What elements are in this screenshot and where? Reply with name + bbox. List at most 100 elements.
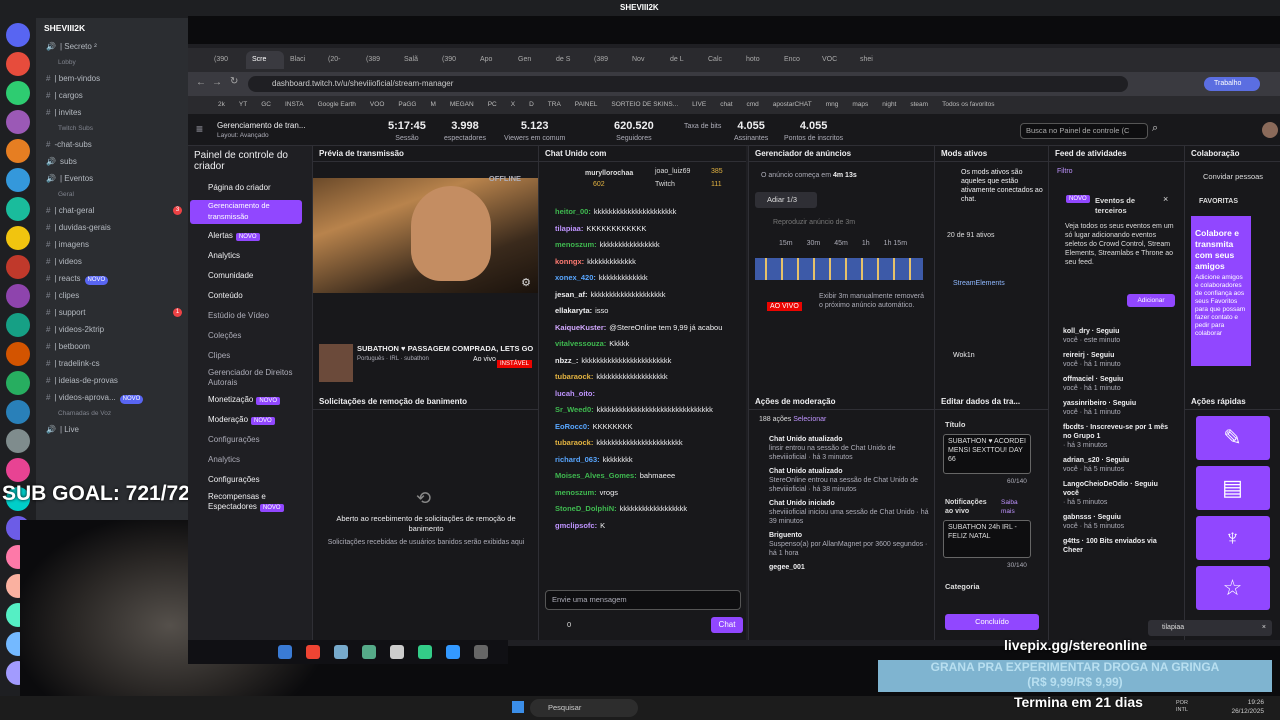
- browser-tab[interactable]: hoto: [740, 51, 778, 69]
- chat-username[interactable]: jesan_af:: [555, 290, 588, 299]
- chat-username[interactable]: richard_063:: [555, 455, 600, 464]
- browser-tab[interactable]: de S: [550, 51, 588, 69]
- chat-message[interactable]: StoneD_DolphiN: kkkkkkkkkkkkkkkkkk: [539, 501, 747, 518]
- channel-item[interactable]: # | ideias-de-provas: [36, 372, 188, 389]
- stat-item[interactable]: 5.123 Viewers em comum: [504, 120, 565, 142]
- stat-item[interactable]: 4.055 Assinantes: [734, 120, 768, 142]
- close-icon[interactable]: ×: [1262, 620, 1266, 636]
- dock-app-icon[interactable]: [278, 645, 292, 659]
- bookmark-item[interactable]: chat: [720, 101, 732, 108]
- done-button[interactable]: Concluído: [945, 614, 1039, 630]
- channel-item[interactable]: # | imagens: [36, 236, 188, 253]
- edit-pencil-icon[interactable]: ✎: [1195, 416, 1270, 460]
- server-icon[interactable]: [6, 284, 30, 308]
- bookmark-item[interactable]: TRA: [548, 101, 561, 108]
- avatar[interactable]: [1262, 122, 1278, 138]
- chat-message[interactable]: lucah_oito:: [539, 386, 747, 403]
- chat-message[interactable]: xonex_420: kkkkkkkkkkkkk: [539, 270, 747, 287]
- nav-item[interactable]: Alertas NOVO: [188, 226, 306, 246]
- browser-tab[interactable]: Gen: [512, 51, 550, 69]
- dock-app-icon[interactable]: [418, 645, 432, 659]
- channel-item[interactable]: 🔊 | Eventos: [36, 170, 188, 187]
- nav-item[interactable]: Estúdio de Vídeo: [188, 306, 306, 326]
- chat-message[interactable]: menoszum: vrogs: [539, 485, 747, 502]
- chat-username[interactable]: menoszum:: [555, 488, 597, 497]
- notif-input[interactable]: SUBATHON 24h IRL - FELIZ NATAL: [943, 520, 1031, 558]
- mod-item[interactable]: Wok1n: [953, 352, 975, 359]
- bookmark-item[interactable]: LIVE: [692, 101, 706, 108]
- server-icon[interactable]: [6, 313, 30, 337]
- nav-item[interactable]: Analytics: [188, 246, 306, 266]
- browser-tab[interactable]: Nov: [626, 51, 664, 69]
- bookmark-item[interactable]: maps: [852, 101, 868, 108]
- chat-message[interactable]: gmclipsofc: K: [539, 518, 747, 535]
- browser-tab[interactable]: Enco: [778, 51, 816, 69]
- channel-item[interactable]: # | clipes: [36, 287, 188, 304]
- menu-icon[interactable]: ≡: [196, 122, 203, 136]
- chat-message[interactable]: konngx: kkkkkkkkkkkkk: [539, 254, 747, 271]
- channel-item[interactable]: # | reacts NOVO: [36, 270, 188, 287]
- chat-message[interactable]: richard_063: kkkkkkkk: [539, 452, 747, 469]
- chat-message[interactable]: heitor_00: kkkkkkkkkkkkkkkkkkkkkk: [539, 204, 747, 221]
- dock-app-icon[interactable]: [362, 645, 376, 659]
- profile-button[interactable]: Trabalho: [1204, 77, 1260, 91]
- mod-action[interactable]: gegee_001: [749, 560, 935, 574]
- close-icon[interactable]: ×: [1163, 194, 1168, 204]
- language-indicator[interactable]: POR INTL: [1176, 700, 1196, 714]
- server-icon[interactable]: [6, 139, 30, 163]
- chat-username[interactable]: tubaraock:: [555, 372, 593, 381]
- filter-button[interactable]: Filtro: [1057, 168, 1073, 175]
- server-icon[interactable]: [6, 110, 30, 134]
- snooze-ad-button[interactable]: Adiar 1/3: [755, 192, 817, 208]
- bookmark-item[interactable]: X: [511, 101, 515, 108]
- bookmark-item[interactable]: PC: [488, 101, 497, 108]
- search-icon[interactable]: ⌕: [1152, 122, 1158, 135]
- nav-item[interactable]: Coleções: [188, 326, 306, 346]
- chat-username[interactable]: xonex_420:: [555, 273, 596, 282]
- channel-item[interactable]: # | videos-aprova... NOVO: [36, 389, 188, 406]
- channel-category[interactable]: Chamadas de Voz: [36, 406, 188, 421]
- activity-item[interactable]: yassinribeiro · Seguiu você · há 1 minuto: [1049, 396, 1181, 420]
- chat-username[interactable]: Moises_Alves_Gomes:: [555, 471, 637, 480]
- dock-app-icon[interactable]: [474, 645, 488, 659]
- mod-action[interactable]: Briguento Suspenso(a) por AllanMagnet por…: [749, 528, 935, 560]
- channel-item[interactable]: # | bem-vindos: [36, 70, 188, 87]
- bookmark-item[interactable]: Google Earth: [318, 101, 356, 108]
- channel-item[interactable]: # | support 1: [36, 304, 188, 321]
- channel-item[interactable]: # -chat-subs: [36, 136, 188, 153]
- channel-item[interactable]: # | duvidas-gerais: [36, 219, 188, 236]
- server-icon[interactable]: [6, 342, 30, 366]
- channel-item[interactable]: # | invites: [36, 104, 188, 121]
- clock[interactable]: 19:26 26/12/2025: [1224, 698, 1264, 716]
- forward-icon[interactable]: →: [212, 77, 222, 88]
- channel-category[interactable]: Geral: [36, 187, 188, 202]
- activity-item[interactable]: LangoCheioDeOdio · Seguiu você · há 5 min…: [1049, 477, 1181, 510]
- chat-username[interactable]: StoneD_DolphiN:: [555, 504, 617, 513]
- windows-start-icon[interactable]: [512, 701, 524, 713]
- bookmark-item[interactable]: INSTA: [285, 101, 304, 108]
- browser-tab[interactable]: (390: [208, 51, 246, 69]
- activity-item[interactable]: fbcdts · Inscreveu-se por 1 mês no Grupo…: [1049, 420, 1181, 453]
- browser-tab[interactable]: Calc: [702, 51, 740, 69]
- browser-tab[interactable]: (389: [588, 51, 626, 69]
- gear-icon[interactable]: ⚙: [521, 276, 531, 289]
- channel-item[interactable]: 🔊 subs: [36, 153, 188, 170]
- mod-action[interactable]: Chat Unido atualizado linsir entrou na se…: [749, 432, 935, 464]
- browser-tab[interactable]: (390: [436, 51, 474, 69]
- dashboard-search[interactable]: Busca no Painel de controle (C: [1020, 123, 1148, 139]
- chat-username[interactable]: EoRocc0:: [555, 422, 590, 431]
- channel-item[interactable]: # | cargos: [36, 87, 188, 104]
- server-icon[interactable]: [6, 23, 30, 47]
- nav-item[interactable]: Analytics: [188, 450, 306, 470]
- chat-message[interactable]: Sr_Weed0: kkkkkkkkkkkkkkkkkkkkkkkkkkkkkkk: [539, 402, 747, 419]
- chat-username[interactable]: vitalvessouza:: [555, 339, 606, 348]
- server-icon[interactable]: [6, 400, 30, 424]
- server-icon[interactable]: [6, 226, 30, 250]
- channel-points[interactable]: 0: [567, 620, 571, 629]
- activity-item[interactable]: g4tts · 100 Bits enviados via Cheer: [1049, 534, 1181, 558]
- nav-item[interactable]: Gerenciamento de transmissão: [190, 200, 302, 224]
- dock-app-icon[interactable]: [390, 645, 404, 659]
- stat-item[interactable]: 620.520 Seguidores: [614, 120, 654, 142]
- bookmark-item[interactable]: GC: [261, 101, 271, 108]
- nav-item[interactable]: Configurações: [188, 430, 306, 450]
